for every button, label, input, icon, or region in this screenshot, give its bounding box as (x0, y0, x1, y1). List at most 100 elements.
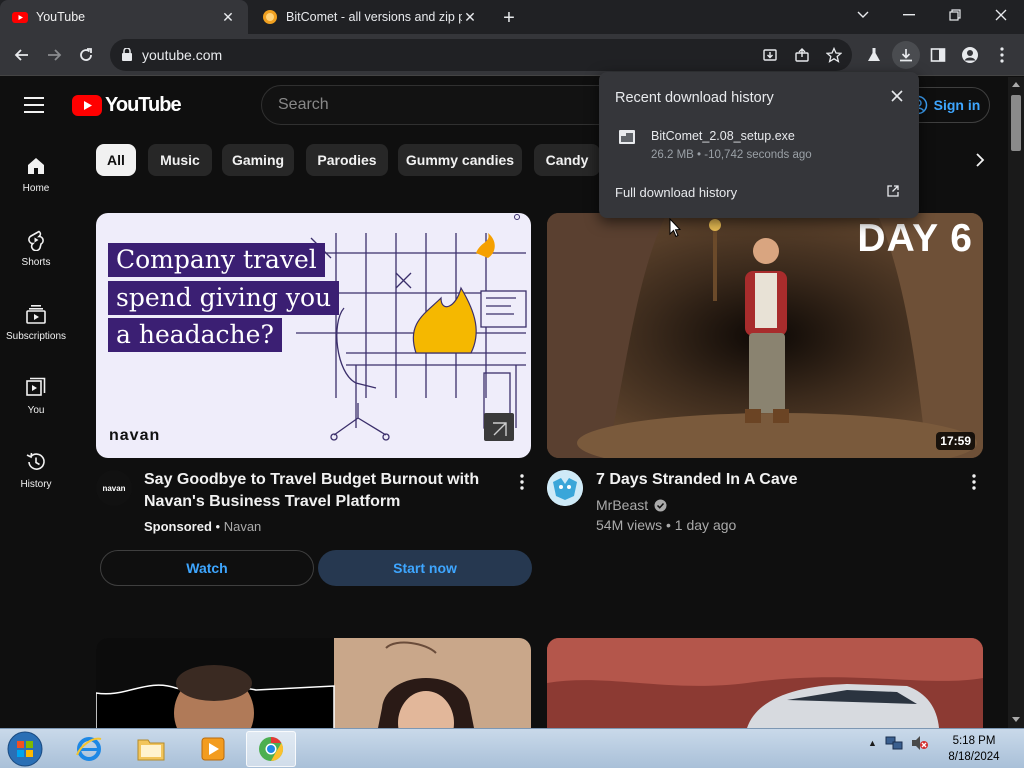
more-actions-icon[interactable] (510, 470, 534, 494)
ad-channel-name[interactable]: Navan (224, 519, 262, 534)
tab-youtube[interactable]: YouTube ✕ (0, 0, 248, 34)
history-icon (26, 452, 45, 470)
video-thumbnail-cave[interactable]: DAY 6 17:59 (547, 213, 983, 458)
close-tab-icon[interactable]: ✕ (462, 9, 478, 25)
sidebar-item-you[interactable]: You (0, 355, 72, 429)
mrbeast-logo-icon (547, 470, 583, 506)
share-icon[interactable] (790, 43, 814, 67)
restore-button[interactable] (932, 0, 978, 30)
browser-tab-strip: YouTube ✕ BitComet - all versions and zi… (0, 0, 1024, 34)
windows-start-button[interactable] (6, 731, 44, 767)
youtube-logo[interactable]: YouTube (72, 94, 182, 117)
youtube-logo-icon (72, 95, 102, 116)
reload-button[interactable] (72, 41, 100, 69)
mouse-cursor-icon (669, 218, 681, 238)
chips-next-chevron-icon[interactable] (966, 146, 994, 174)
chip-all[interactable]: All (96, 144, 136, 176)
subscriptions-icon (26, 305, 46, 324)
chip-music[interactable]: Music (148, 144, 212, 176)
sidebar-item-subscriptions[interactable]: Subscriptions (0, 281, 72, 355)
chip-candy[interactable]: Candy (534, 144, 600, 176)
title-line2: Navan's Business Travel Platform (144, 493, 401, 510)
chip-gaming[interactable]: Gaming (222, 144, 294, 176)
channel-line: MrBeast (596, 497, 667, 513)
taskbar-chrome[interactable] (246, 731, 296, 767)
sidebar-item-shorts[interactable]: Shorts (0, 207, 72, 281)
youtube-favicon-icon (12, 12, 28, 23)
you-icon (26, 377, 46, 396)
chip-parodies[interactable]: Parodies (306, 144, 388, 176)
ad-headline-line3: a headache? (108, 318, 282, 352)
search-input[interactable]: Search (261, 85, 611, 125)
taskbar-internet-explorer[interactable] (64, 731, 114, 767)
search-placeholder: Search (278, 96, 329, 113)
system-tray: ▲ (868, 735, 929, 751)
download-popup-heading: Recent download history (615, 90, 774, 106)
new-tab-button[interactable]: + (498, 7, 520, 29)
video-title-cave[interactable]: 7 Days Stranded In A Cave (596, 469, 936, 491)
video-title-navan[interactable]: Say Goodbye to Travel Budget Burnout wit… (144, 469, 484, 513)
download-file-name[interactable]: BitComet_2.08_setup.exe (651, 129, 795, 143)
watch-button[interactable]: Watch (100, 550, 314, 586)
chrome-icon (259, 737, 284, 761)
show-hidden-icons-arrow-icon[interactable]: ▲ (868, 738, 877, 748)
profile-icon[interactable] (956, 41, 984, 69)
address-bar[interactable]: youtube.com (110, 39, 852, 71)
folder-icon (137, 739, 165, 761)
forward-button[interactable] (40, 41, 68, 69)
open-external-icon[interactable] (887, 185, 899, 197)
back-button[interactable] (8, 41, 36, 69)
clock-date: 8/18/2024 (948, 751, 1000, 763)
sidebar-label: You (27, 405, 45, 416)
close-window-button[interactable] (978, 0, 1024, 30)
avatar-brand-text: navan (102, 483, 126, 493)
scrollbar-thumb[interactable] (1011, 95, 1021, 151)
chip-gummy-candies[interactable]: Gummy candies (398, 144, 522, 176)
sidebar-item-home[interactable]: Home (0, 133, 72, 207)
download-file-meta: 26.2 MB • -10,742 seconds ago (651, 149, 812, 161)
url-text: youtube.com (142, 47, 223, 63)
ad-thumbnail[interactable]: Company travel spend giving you a headac… (96, 213, 531, 458)
minimize-button[interactable] (886, 0, 932, 30)
page-scrollbar[interactable] (1008, 77, 1024, 728)
mrbeast-avatar[interactable] (547, 470, 583, 506)
more-actions-icon[interactable] (962, 470, 986, 494)
ad-headline-line2: spend giving you (108, 281, 340, 315)
tab-title: BitComet - all versions and zip p (286, 10, 462, 24)
scroll-down-arrow-icon[interactable] (1012, 717, 1020, 723)
downloads-button[interactable] (892, 41, 920, 69)
taskbar-clock[interactable]: 5:18 PM 8/18/2024 (940, 733, 1008, 765)
side-panel-icon[interactable] (924, 41, 952, 69)
start-now-button[interactable]: Start now (318, 550, 532, 586)
tab-bitcomet[interactable]: BitComet - all versions and zip p ✕ (250, 0, 490, 34)
ad-headline-line1: Company travel (108, 243, 325, 277)
install-app-icon[interactable] (758, 43, 782, 67)
taskbar-media-player[interactable] (188, 731, 238, 767)
channel-name[interactable]: MrBeast (596, 497, 648, 513)
labs-flask-icon[interactable] (860, 41, 888, 69)
row2-left-scene (96, 638, 531, 738)
download-history-popup: Recent download history BitComet_2.08_se… (599, 72, 919, 218)
close-popup-icon[interactable] (891, 90, 903, 102)
network-icon[interactable] (885, 735, 903, 751)
home-icon (28, 158, 44, 174)
sidebar-label: Home (22, 183, 50, 194)
volume-muted-icon[interactable] (911, 735, 929, 751)
scroll-up-arrow-icon[interactable] (1012, 81, 1020, 87)
tab-search-chevron-icon[interactable] (840, 0, 886, 30)
exe-file-icon (619, 130, 635, 144)
hamburger-menu-icon[interactable] (24, 95, 48, 115)
video-stats: 54M views • 1 day ago (596, 517, 737, 533)
navan-avatar[interactable]: navan (96, 470, 132, 506)
bookmark-star-icon[interactable] (822, 43, 846, 67)
sidebar-item-history[interactable]: History (0, 429, 72, 503)
full-download-history-link[interactable]: Full download history (615, 185, 737, 200)
shorts-icon (28, 230, 44, 251)
sidebar-label: Shorts (21, 257, 51, 268)
lock-icon (122, 48, 132, 61)
navan-brand-logo: navan (109, 427, 161, 444)
windows-taskbar: ▲ 5:18 PM 8/18/2024 (0, 728, 1024, 768)
close-tab-icon[interactable]: ✕ (220, 9, 236, 25)
taskbar-file-explorer[interactable] (126, 731, 176, 767)
browser-menu-icon[interactable] (988, 41, 1016, 69)
